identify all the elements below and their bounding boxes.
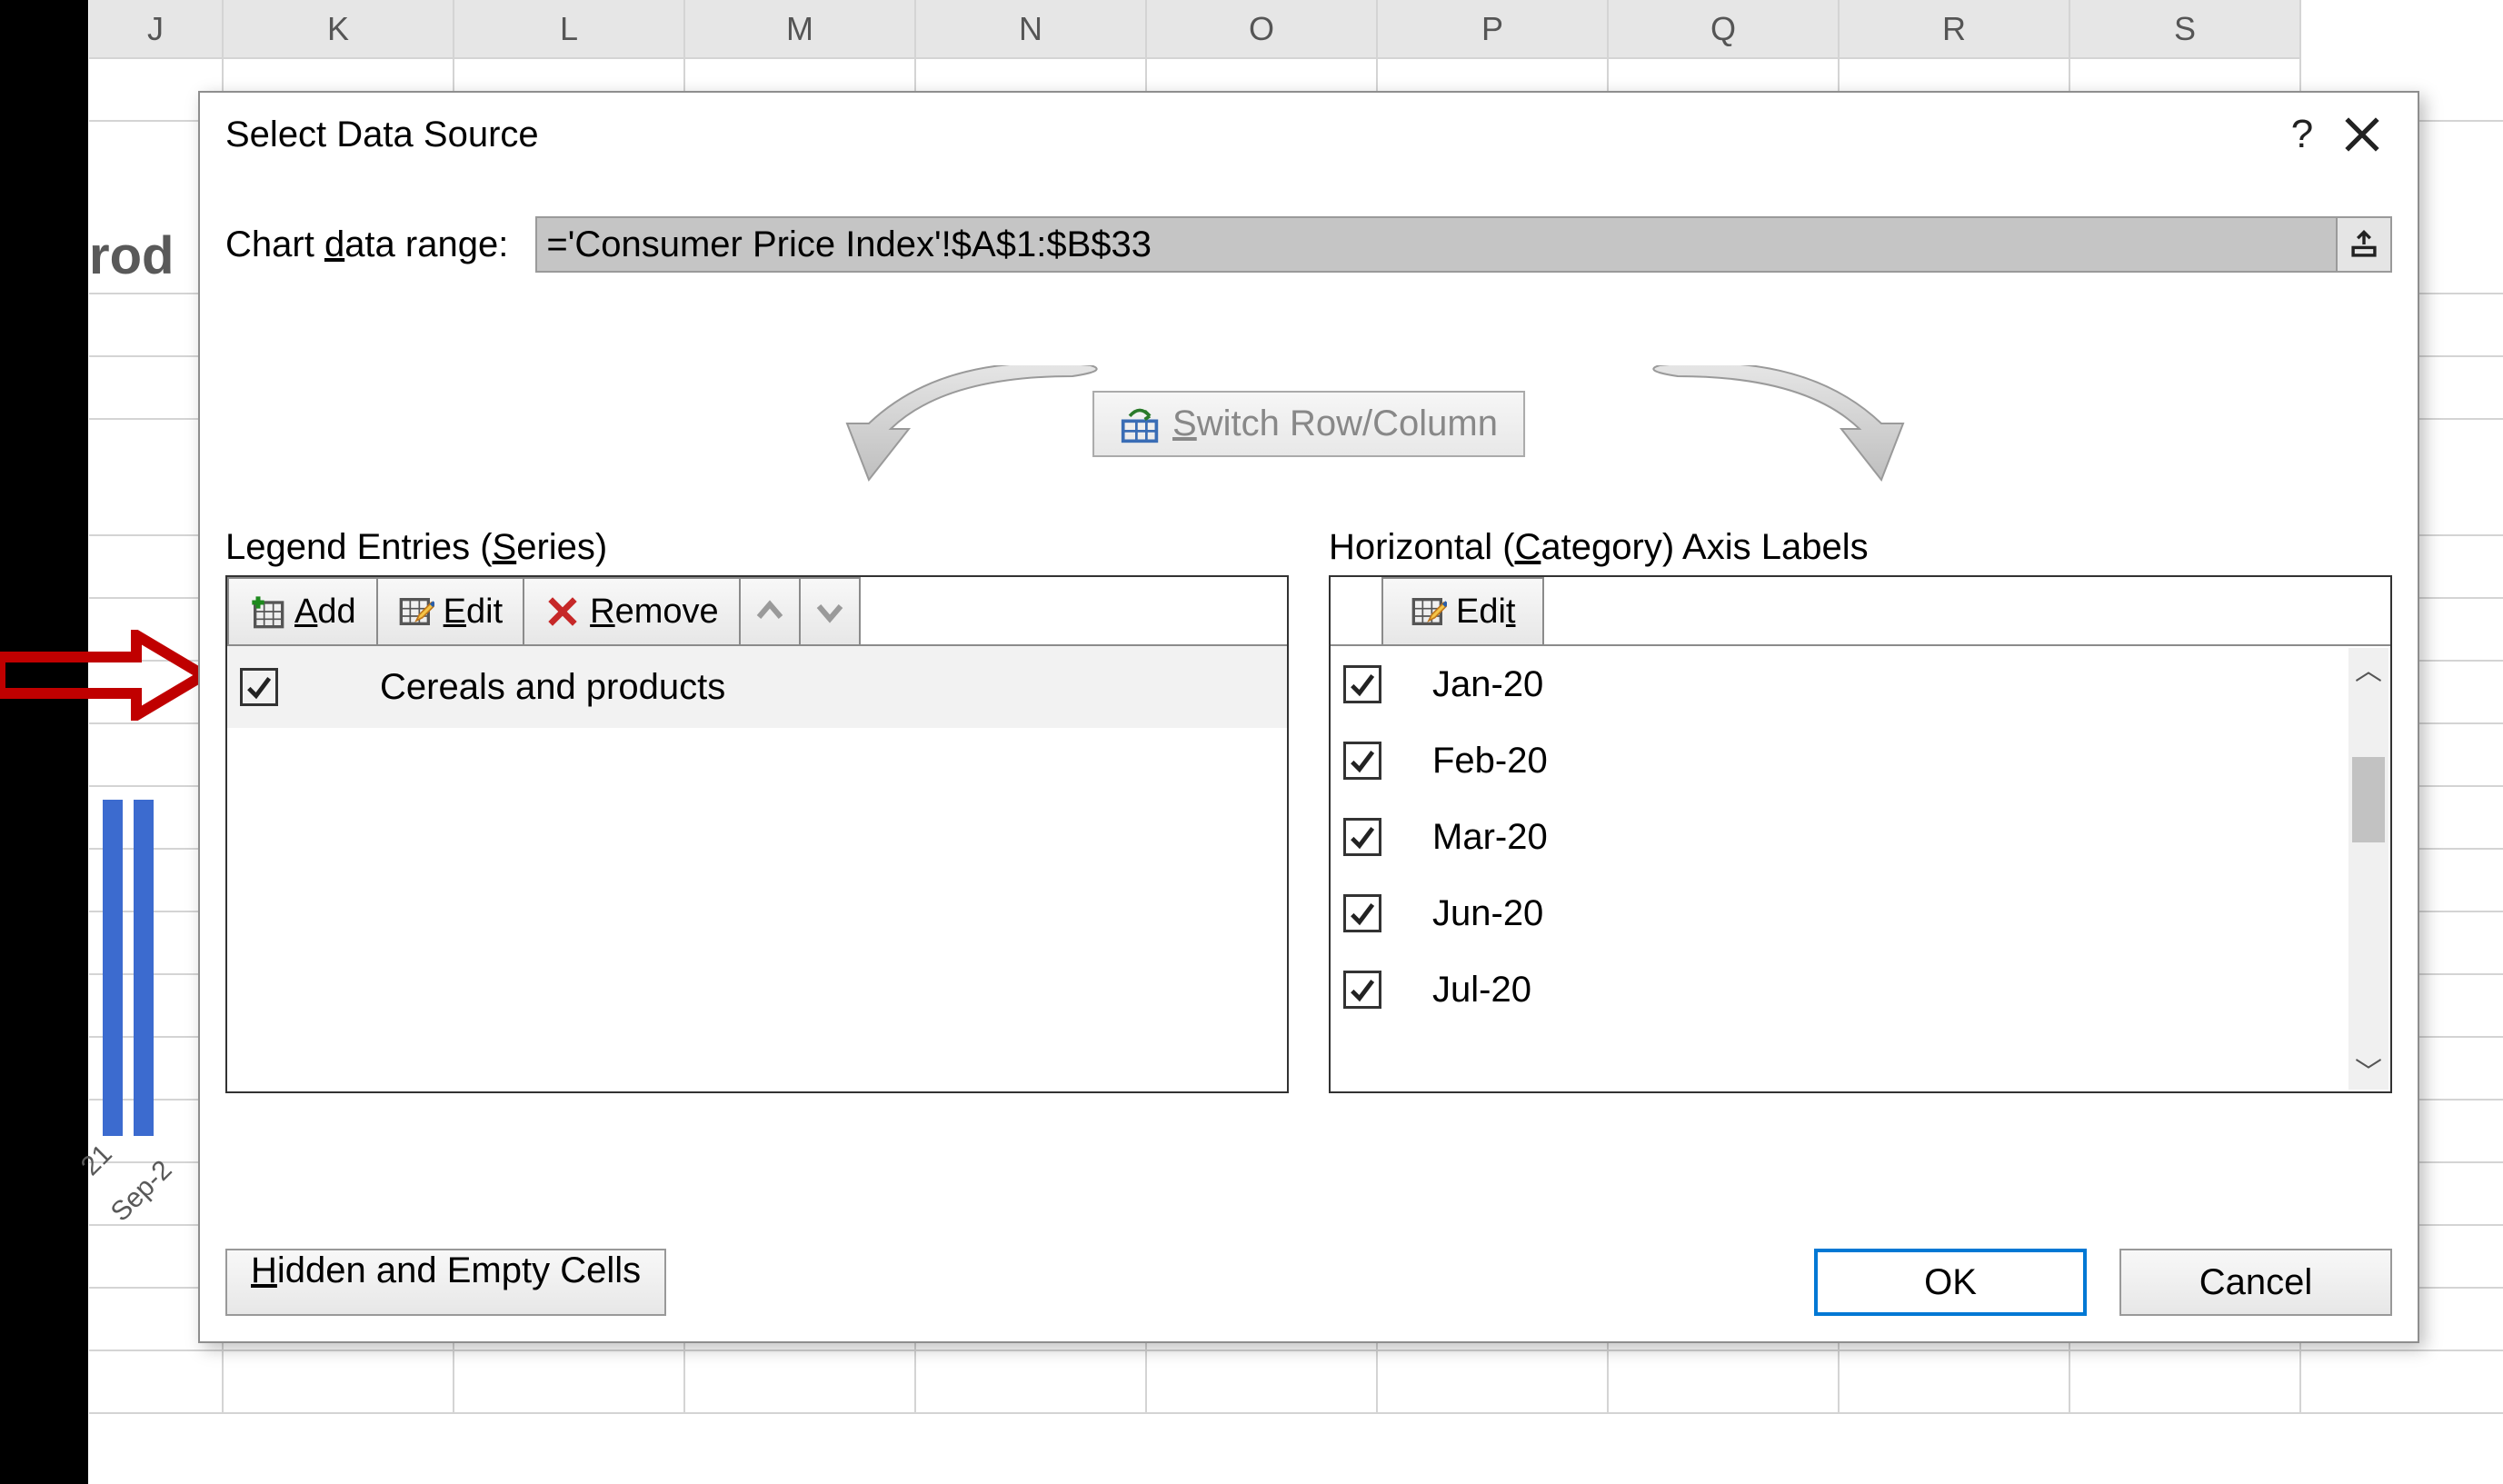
category-item[interactable]: Mar-20 xyxy=(1331,799,2348,875)
column-headers: J K L M N O P Q R S xyxy=(89,0,2503,59)
background-black-strip xyxy=(0,0,88,1484)
switch-button-label: Switch Row/Column xyxy=(1172,403,1498,444)
chart-bars-fragment xyxy=(103,800,154,1136)
annotation-arrow-icon xyxy=(0,630,209,721)
checkbox[interactable] xyxy=(1343,665,1381,703)
axis-labels-label: Horizontal (Category) Axis Labels xyxy=(1329,527,2392,568)
col-head-k[interactable]: K xyxy=(224,0,454,59)
col-head-o[interactable]: O xyxy=(1147,0,1378,59)
col-head-r[interactable]: R xyxy=(1840,0,2070,59)
category-item-label: Jul-20 xyxy=(1432,970,1531,1011)
category-item[interactable]: Feb-20 xyxy=(1331,722,2348,799)
category-item[interactable]: Jul-20 xyxy=(1331,951,2348,1028)
category-item-label: Feb-20 xyxy=(1432,741,1548,782)
col-head-l[interactable]: L xyxy=(454,0,685,59)
legend-entries-box: Add Edit Remove xyxy=(225,575,1289,1093)
axis-labels-box: Edit Jan-20 Feb-20 Mar-20 Jun-20 Jul-20 ︿ ﹀ xyxy=(1329,575,2392,1093)
chart-title-fragment: rod xyxy=(89,225,174,286)
checkbox[interactable] xyxy=(1343,971,1381,1009)
category-item-label: Jan-20 xyxy=(1432,664,1543,705)
switch-row-column-button[interactable]: Switch Row/Column xyxy=(1092,391,1525,457)
category-item-label: Mar-20 xyxy=(1432,817,1548,858)
col-head-s[interactable]: S xyxy=(2070,0,2301,59)
close-button[interactable] xyxy=(2332,105,2392,164)
scroll-up-icon[interactable]: ︿ xyxy=(2355,648,2382,688)
dialog-title: Select Data Source xyxy=(225,115,2272,155)
add-icon xyxy=(249,593,285,630)
cancel-button[interactable]: Cancel xyxy=(2119,1249,2392,1316)
chart-data-range-label: Chart data range: xyxy=(225,224,508,265)
add-series-button[interactable]: Add xyxy=(227,577,378,644)
series-item[interactable]: Cereals and products xyxy=(227,646,1287,728)
switch-icon xyxy=(1120,404,1160,444)
hidden-empty-cells-button[interactable]: Hidden and Empty Cells xyxy=(225,1249,666,1316)
col-head-p[interactable]: P xyxy=(1378,0,1609,59)
col-head-m[interactable]: M xyxy=(685,0,916,59)
edit-icon xyxy=(398,593,434,630)
category-list[interactable]: Jan-20 Feb-20 Mar-20 Jun-20 Jul-20 xyxy=(1331,646,2390,1091)
dialog-title-bar: Select Data Source ? xyxy=(200,93,2418,176)
axis-label-fragment: 21 Sep-2 xyxy=(82,1145,185,1207)
chevron-up-icon xyxy=(752,593,788,630)
legend-entries-label: Legend Entries (Series) xyxy=(225,527,1289,568)
help-button[interactable]: ? xyxy=(2272,105,2332,164)
collapse-range-button[interactable] xyxy=(2336,218,2390,271)
chevron-down-icon xyxy=(812,593,848,630)
remove-icon xyxy=(544,593,581,630)
move-down-button[interactable] xyxy=(799,577,861,644)
chart-data-range-field[interactable] xyxy=(535,216,2392,273)
series-item-label: Cereals and products xyxy=(302,667,725,708)
curve-arrow-left-icon xyxy=(836,365,1109,489)
edit-icon xyxy=(1411,593,1447,630)
category-item[interactable]: Jun-20 xyxy=(1331,875,2348,951)
col-head-j[interactable]: J xyxy=(89,0,224,59)
series-list[interactable]: Cereals and products xyxy=(227,646,1287,1091)
checkbox[interactable] xyxy=(1343,894,1381,932)
checkbox[interactable] xyxy=(240,668,278,706)
category-item[interactable]: Jan-20 xyxy=(1331,646,2348,722)
scroll-down-icon[interactable]: ﹀ xyxy=(2355,1050,2382,1090)
remove-series-button[interactable]: Remove xyxy=(523,577,741,644)
scroll-thumb[interactable] xyxy=(2352,757,2385,842)
move-up-button[interactable] xyxy=(739,577,801,644)
edit-series-button[interactable]: Edit xyxy=(376,577,525,644)
close-icon xyxy=(2343,115,2381,154)
ok-button[interactable]: OK xyxy=(1814,1249,2087,1316)
col-head-n[interactable]: N xyxy=(916,0,1147,59)
select-data-source-dialog: Select Data Source ? Chart data range: S… xyxy=(198,91,2419,1343)
range-select-icon xyxy=(2348,229,2379,260)
category-item-label: Jun-20 xyxy=(1432,893,1543,934)
edit-axis-button[interactable]: Edit xyxy=(1381,577,1544,644)
checkbox[interactable] xyxy=(1343,818,1381,856)
curve-arrow-right-icon xyxy=(1641,365,1914,489)
checkbox[interactable] xyxy=(1343,742,1381,780)
chart-data-range-input[interactable] xyxy=(537,218,2336,271)
scrollbar[interactable]: ︿ ﹀ xyxy=(2348,648,2388,1090)
col-head-q[interactable]: Q xyxy=(1609,0,1840,59)
